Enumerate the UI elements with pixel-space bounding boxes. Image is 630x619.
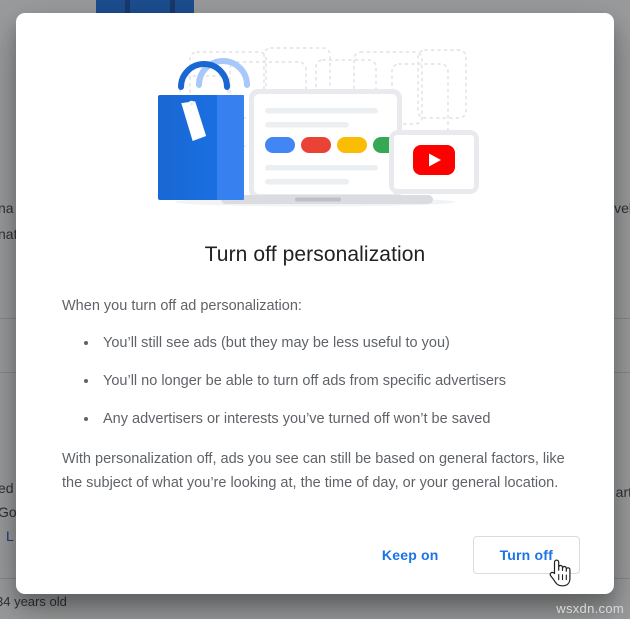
list-item: You’ll still see ads (but they may be le… — [84, 333, 568, 354]
youtube-play-icon — [389, 130, 479, 194]
site-watermark: wsxdn.com — [556, 601, 624, 616]
dialog-intro-text: When you turn off ad personalization: — [62, 298, 302, 314]
list-item: You’ll no longer be able to turn off ads… — [84, 371, 568, 392]
shopping-bag-icon — [158, 58, 250, 200]
keep-on-button[interactable]: Keep on — [364, 537, 457, 573]
page-title: Turn off personalization — [204, 243, 426, 266]
chip-red — [301, 137, 331, 153]
list-item: Any advertisers or interests you’ve turn… — [84, 409, 568, 430]
turn-off-personalization-dialog: Turn off personalization When you turn o… — [16, 13, 614, 594]
consequences-list: You’ll still see ads (but they may be le… — [62, 333, 568, 430]
dialog-closing-text: With personalization off, ads you see ca… — [62, 451, 565, 491]
dialog-actions: Keep on Turn off — [16, 516, 614, 594]
ads-personalization-illustration — [158, 47, 479, 207]
turn-off-button[interactable]: Turn off — [472, 536, 580, 574]
chip-blue — [265, 137, 295, 153]
chip-yellow — [337, 137, 367, 153]
dialog-content: Turn off personalization When you turn o… — [16, 243, 614, 495]
dialog-hero — [16, 13, 614, 221]
